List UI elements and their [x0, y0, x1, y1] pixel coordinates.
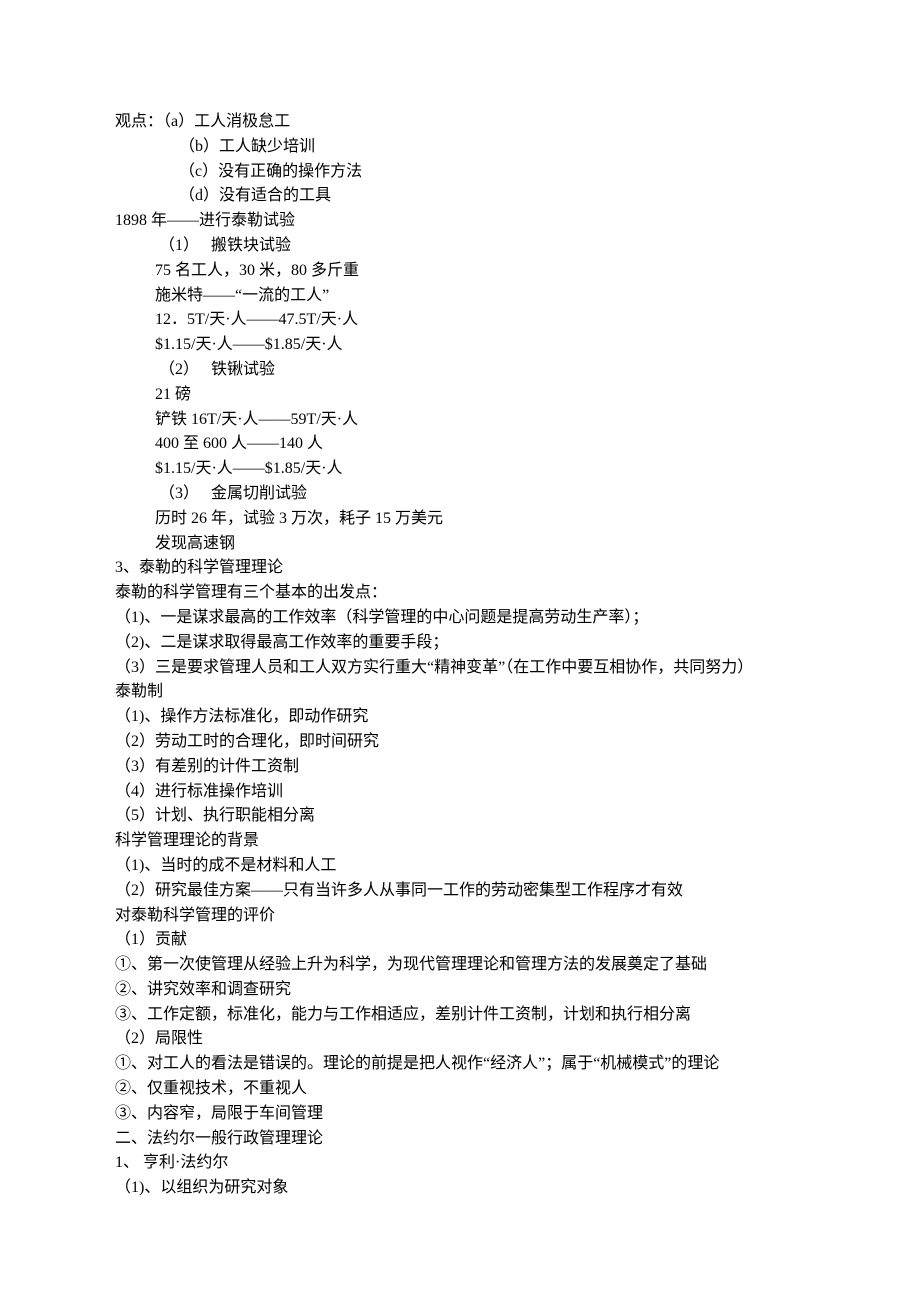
text-line: （1)、一是谋求最高的工作效率（科学管理的中心问题是提高劳动生产率）； [115, 606, 805, 631]
text-line: 400 至 600 人——140 人 [115, 432, 805, 457]
text-line: 1898 年——进行泰勒试验 [115, 209, 805, 234]
text-line: 施米特——“一流的工人” [115, 284, 805, 309]
text-line: （2）研究最佳方案——只有当许多人从事同一工作的劳动密集型工作程序才有效 [115, 879, 805, 904]
text-line: 12．5T/天·人——47.5T/天·人 [115, 308, 805, 333]
text-line: $1.15/天·人——$1.85/天·人 [115, 457, 805, 482]
text-line: ①、第一次使管理从经验上升为科学，为现代管理理论和管理方法的发展奠定了基础 [115, 953, 805, 978]
text-line: （d）没有适合的工具 [115, 184, 805, 209]
text-line: 75 名工人，30 米，80 多斤重 [115, 259, 805, 284]
text-line: （1)、当时的成不是材料和人工 [115, 854, 805, 879]
text-line: $1.15/天·人——$1.85/天·人 [115, 333, 805, 358]
text-line: （5）计划、执行职能相分离 [115, 804, 805, 829]
text-line: ③、内容窄，局限于车间管理 [115, 1102, 805, 1127]
text-line: （2）局限性 [115, 1027, 805, 1052]
text-line: （2） 铁锹试验 [115, 358, 805, 383]
text-line: （c）没有正确的操作方法 [115, 160, 805, 185]
text-line: 对泰勒科学管理的评价 [115, 904, 805, 929]
text-line: （1)、以组织为研究对象 [115, 1176, 805, 1201]
text-line: （b）工人缺少培训 [115, 135, 805, 160]
text-line: 泰勒制 [115, 680, 805, 705]
document-page: 观点：（a）工人消极怠工（b）工人缺少培训（c）没有正确的操作方法（d）没有适合… [0, 0, 920, 1302]
text-line: 3、泰勒的科学管理理论 [115, 556, 805, 581]
text-line: 发现高速钢 [115, 532, 805, 557]
text-line: 铲铁 16T/天·人——59T/天·人 [115, 408, 805, 433]
text-line: 泰勒的科学管理有三个基本的出发点： [115, 581, 805, 606]
text-line: 21 磅 [115, 383, 805, 408]
text-line: （1） 搬铁块试验 [115, 234, 805, 259]
text-line: ①、对工人的看法是错误的。理论的前提是把人视作“经济人”；属于“机械模式”的理论 [115, 1052, 805, 1077]
text-line: （2）劳动工时的合理化，即时间研究 [115, 730, 805, 755]
text-line: （3） 金属切削试验 [115, 482, 805, 507]
text-line: 科学管理理论的背景 [115, 829, 805, 854]
text-line: 1、 亨利·法约尔 [115, 1151, 805, 1176]
text-line: （1）贡献 [115, 928, 805, 953]
text-line: （3）有差别的计件工资制 [115, 755, 805, 780]
text-line: （2)、二是谋求取得最高工作效率的重要手段； [115, 631, 805, 656]
text-line: ②、仅重视技术，不重视人 [115, 1077, 805, 1102]
text-line: （3）三是要求管理人员和工人双方实行重大“精神变革”（在工作中要互相协作，共同努… [115, 656, 805, 681]
text-line: 二、法约尔一般行政管理理论 [115, 1127, 805, 1152]
text-line: ②、讲究效率和调查研究 [115, 978, 805, 1003]
text-line: ③、工作定额，标准化，能力与工作相适应，差别计件工资制，计划和执行相分离 [115, 1003, 805, 1028]
text-line: 历时 26 年，试验 3 万次，耗子 15 万美元 [115, 507, 805, 532]
text-line: 观点：（a）工人消极怠工 [115, 110, 805, 135]
text-line: （4）进行标准操作培训 [115, 780, 805, 805]
text-line: （1)、操作方法标准化，即动作研究 [115, 705, 805, 730]
